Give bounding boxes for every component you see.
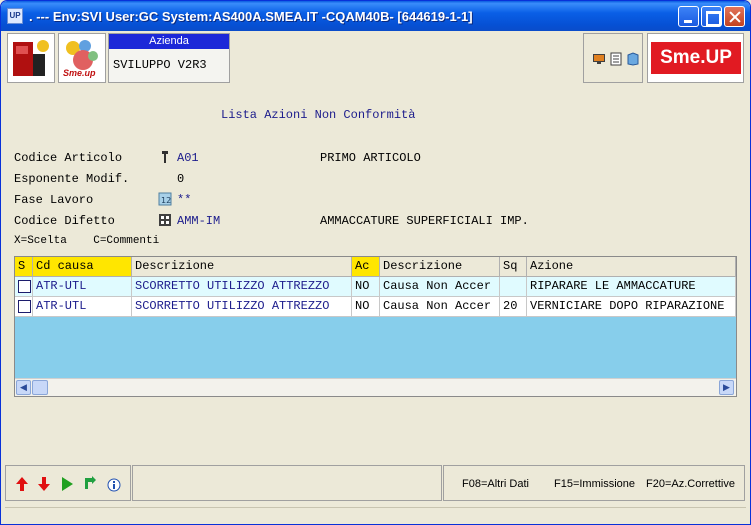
horizontal-scrollbar[interactable]: ◀ ▶ (15, 378, 736, 396)
azienda-value: SVILUPPO V2R3 (113, 58, 207, 72)
row-checkbox-cell (15, 297, 33, 317)
smeup-small-logo[interactable]: Sme.up (58, 33, 106, 83)
play-icon[interactable] (59, 475, 75, 493)
azienda-label: Azienda (109, 34, 229, 49)
scroll-left-button[interactable]: ◀ (16, 380, 31, 395)
phase-icon[interactable]: 12 (158, 192, 172, 206)
field-desc-difetto: AMMACCATURE SUPERFICIALI IMP. (320, 214, 529, 228)
brand-logo-text: Sme.UP (651, 42, 741, 74)
col-header-sq[interactable]: Sq (500, 257, 527, 277)
main-window: UP . --- Env:SVI User:GC System:AS400A.S… (0, 0, 751, 525)
field-label-difetto: Codice Difetto (14, 214, 115, 228)
cell-ac: NO (352, 277, 380, 297)
nav-buttons-panel (5, 465, 131, 501)
tool-icons-panel (583, 33, 643, 83)
cell-sq: 20 (500, 297, 527, 317)
field-value-esponente[interactable]: 0 (177, 172, 184, 186)
title-bar[interactable]: UP . --- Env:SVI User:GC System:AS400A.S… (1, 1, 750, 31)
row-checkbox-cell (15, 277, 33, 297)
legend-text: X=Scelta C=Commenti (14, 235, 160, 247)
field-label-fase: Fase Lavoro (14, 193, 94, 207)
brand-logo[interactable]: Sme.UP (647, 33, 744, 83)
monitor-icon[interactable] (592, 52, 606, 66)
col-header-ac[interactable]: Ac (352, 257, 380, 277)
field-value-difetto[interactable]: AMM-IM (177, 214, 220, 228)
table-header: S Cd causa Descrizione Ac Descrizione Sq… (15, 257, 736, 277)
page-title: Lista Azioni Non Conformità (221, 108, 416, 122)
col-header-descrizione[interactable]: Descrizione (132, 257, 352, 277)
scroll-thumb[interactable] (32, 380, 48, 395)
cell-azione: RIPARARE LE AMMACCATURE (527, 277, 736, 297)
grid-icon[interactable] (158, 213, 172, 227)
info-icon[interactable] (106, 475, 122, 493)
cell-azione: VERNICIARE DOPO RIPARAZIONE (527, 297, 736, 317)
svg-text:12: 12 (161, 196, 171, 205)
scroll-right-button[interactable]: ▶ (719, 380, 734, 395)
cell-cd-causa: ATR-UTL (33, 277, 132, 297)
col-header-descrizione2[interactable]: Descrizione (380, 257, 500, 277)
arrow-up-icon[interactable] (14, 475, 30, 493)
close-button[interactable] (724, 6, 745, 27)
app-logo[interactable] (7, 33, 55, 83)
function-keys-panel: F08=Altri Dati F15=Immissione F20=Az.Cor… (443, 465, 745, 501)
field-label-esponente: Esponente Modif. (14, 172, 130, 186)
fkey-altri-dati[interactable]: F08=Altri Dati (462, 478, 529, 490)
cell-sq (500, 277, 527, 297)
cell-ac: NO (352, 297, 380, 317)
azienda-panel: Azienda SVILUPPO V2R3 (108, 33, 230, 83)
fkey-immissione[interactable]: F15=Immissione (554, 478, 635, 490)
document-icon[interactable] (609, 52, 623, 66)
bottom-strip (5, 507, 746, 519)
cell-descrizione: SCORRETTO UTILIZZO ATTREZZO (132, 297, 352, 317)
table-row[interactable]: ATR-UTL SCORRETTO UTILIZZO ATTREZZO NO C… (15, 297, 736, 317)
header-toolbar: Sme.up Azienda SVILUPPO V2R3 Sme.UP (5, 31, 746, 85)
minimize-button[interactable] (678, 6, 699, 27)
cell-descrizione2: Causa Non Accer (380, 277, 500, 297)
status-bar: F08=Altri Dati F15=Immissione F20=Az.Cor… (5, 465, 746, 503)
row-checkbox[interactable] (18, 280, 31, 293)
fkey-az-correttive[interactable]: F20=Az.Correttive (646, 478, 735, 490)
window-title: . --- Env:SVI User:GC System:AS400A.SMEA… (29, 9, 473, 24)
app-icon: UP (7, 8, 23, 24)
col-header-azione[interactable]: Azione (527, 257, 736, 277)
cell-cd-causa: ATR-UTL (33, 297, 132, 317)
machine-logo-icon (10, 36, 52, 80)
book-icon[interactable] (626, 52, 640, 66)
cell-descrizione2: Causa Non Accer (380, 297, 500, 317)
actions-table: S Cd causa Descrizione Ac Descrizione Sq… (14, 256, 737, 397)
field-desc-articolo: PRIMO ARTICOLO (320, 151, 421, 165)
refresh-icon[interactable] (82, 475, 98, 493)
col-header-s[interactable]: S (15, 257, 33, 277)
field-label-articolo: Codice Articolo (14, 151, 123, 165)
col-header-cd-causa[interactable]: Cd causa (33, 257, 132, 277)
cell-descrizione: SCORRETTO UTILIZZO ATTREZZO (132, 277, 352, 297)
field-value-articolo[interactable]: A01 (177, 151, 199, 165)
arrow-down-icon[interactable] (36, 475, 52, 493)
pin-icon[interactable] (158, 150, 172, 164)
status-message-panel (132, 465, 442, 501)
maximize-button[interactable] (701, 6, 722, 27)
field-value-fase[interactable]: ** (177, 193, 191, 207)
small-logo-text: Sme.up (63, 68, 96, 78)
table-row[interactable]: ATR-UTL SCORRETTO UTILIZZO ATTREZZO NO C… (15, 277, 736, 297)
row-checkbox[interactable] (18, 300, 31, 313)
